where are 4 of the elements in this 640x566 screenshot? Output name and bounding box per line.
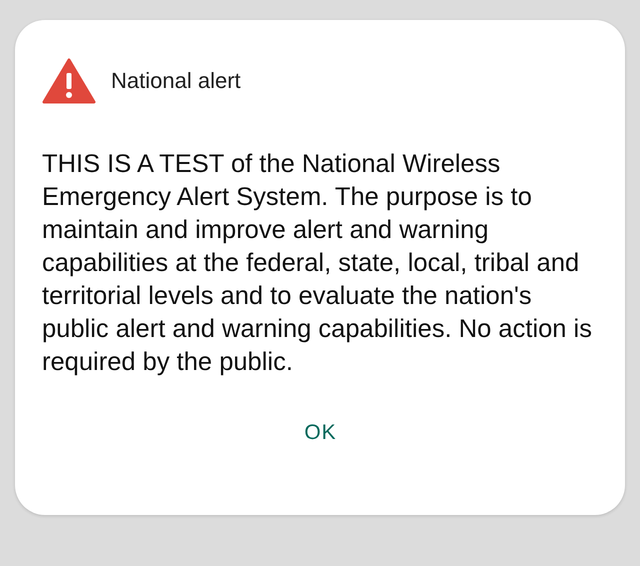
dialog-title: National alert bbox=[111, 68, 241, 94]
ok-button[interactable]: OK bbox=[288, 413, 353, 453]
alert-message: THIS IS A TEST of the National Wireless Emergency Alert System. The purpose is to maintain and improve alert and warning capabilities at the federal, state, local, tribal and territorial levels and to evaluate the nation's public alert and warning capabilities. No action is required by the public. bbox=[42, 149, 593, 378]
warning-icon bbox=[42, 58, 96, 104]
